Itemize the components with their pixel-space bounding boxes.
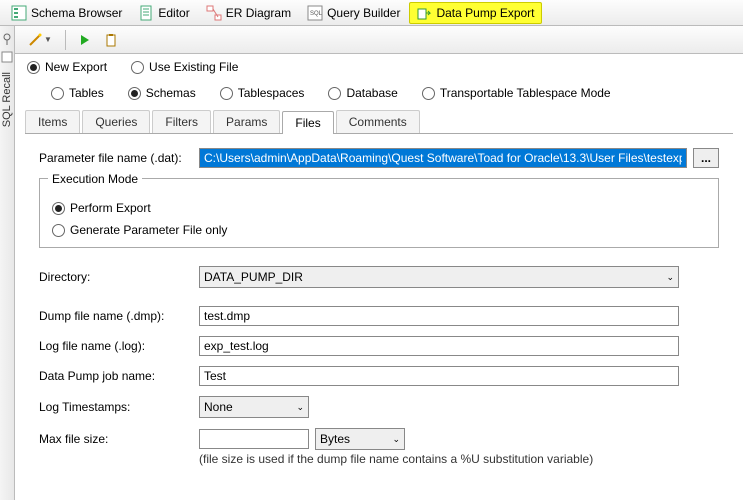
fieldset-legend: Execution Mode xyxy=(48,172,142,186)
run-button[interactable] xyxy=(74,29,96,51)
tree-icon xyxy=(11,5,27,21)
sql-recall-sidebar[interactable]: SQL Recall xyxy=(0,26,15,500)
chevron-down-icon: ⌄ xyxy=(666,272,674,283)
radio-label: Transportable Tablespace Mode xyxy=(440,86,611,100)
radio-label: Tablespaces xyxy=(238,86,305,100)
document-icon xyxy=(138,5,154,21)
radio-icon xyxy=(51,87,64,100)
schema-browser-button[interactable]: Schema Browser xyxy=(4,2,129,24)
radio-icon xyxy=(328,87,341,100)
log-file-label: Log file name (.log): xyxy=(39,339,199,353)
job-name-input[interactable] xyxy=(199,366,679,386)
radio-icon xyxy=(128,87,141,100)
toolbar-label: Schema Browser xyxy=(31,6,122,20)
select-value: DATA_PUMP_DIR xyxy=(204,270,303,284)
tab-filters[interactable]: Filters xyxy=(152,110,211,133)
timestamps-label: Log Timestamps: xyxy=(39,400,199,414)
radio-icon xyxy=(52,202,65,215)
sql-icon xyxy=(0,50,14,64)
action-bar: ▼ xyxy=(15,26,743,54)
tab-queries[interactable]: Queries xyxy=(82,110,150,133)
dump-file-label: Dump file name (.dmp): xyxy=(39,309,199,323)
chevron-down-icon: ⌄ xyxy=(392,434,400,445)
pin-icon xyxy=(0,32,14,46)
radio-label: Perform Export xyxy=(70,201,151,215)
radio-label: Generate Parameter File only xyxy=(70,223,227,237)
generate-param-radio[interactable]: Generate Parameter File only xyxy=(52,223,706,237)
export-mode-row: New Export Use Existing File xyxy=(15,54,743,80)
transportable-radio[interactable]: Transportable Tablespace Mode xyxy=(422,86,611,100)
tab-files[interactable]: Files xyxy=(282,111,333,134)
radio-icon xyxy=(131,61,144,74)
export-icon xyxy=(416,5,432,21)
editor-button[interactable]: Editor xyxy=(131,2,196,24)
max-size-helper: (file size is used if the dump file name… xyxy=(199,452,719,466)
radio-icon xyxy=(52,224,65,237)
radio-label: Use Existing File xyxy=(149,60,238,74)
data-pump-export-button[interactable]: Data Pump Export xyxy=(409,2,541,24)
tab-items[interactable]: Items xyxy=(25,110,80,133)
sidebar-label: SQL Recall xyxy=(1,72,13,127)
export-type-row: Tables Schemas Tablespaces Database Tran… xyxy=(15,80,743,106)
radio-icon xyxy=(27,61,40,74)
chevron-down-icon: ▼ xyxy=(44,35,52,44)
chevron-down-icon: ⌄ xyxy=(296,402,304,413)
toolbar-label: ER Diagram xyxy=(226,6,291,20)
svg-text:SQL: SQL xyxy=(310,11,323,17)
browse-button[interactable]: ... xyxy=(693,148,719,168)
param-file-label: Parameter file name (.dat): xyxy=(39,151,199,165)
clipboard-button[interactable] xyxy=(100,29,122,51)
radio-label: Database xyxy=(346,86,397,100)
radio-icon xyxy=(220,87,233,100)
database-radio[interactable]: Database xyxy=(328,86,397,100)
tables-radio[interactable]: Tables xyxy=(51,86,104,100)
use-existing-radio[interactable]: Use Existing File xyxy=(131,60,238,74)
new-export-radio[interactable]: New Export xyxy=(27,60,107,74)
param-file-input[interactable] xyxy=(199,148,687,168)
perform-export-radio[interactable]: Perform Export xyxy=(52,201,706,215)
files-panel: Parameter file name (.dat): ... Executio… xyxy=(15,134,743,480)
timestamps-select[interactable]: None ⌄ xyxy=(199,396,309,418)
size-units-select[interactable]: Bytes ⌄ xyxy=(315,428,405,450)
dump-file-input[interactable] xyxy=(199,306,679,326)
play-icon xyxy=(79,34,91,46)
wand-button[interactable]: ▼ xyxy=(23,29,57,51)
radio-label: New Export xyxy=(45,60,107,74)
radio-label: Schemas xyxy=(146,86,196,100)
tab-comments[interactable]: Comments xyxy=(336,110,420,133)
query-builder-button[interactable]: SQL Query Builder xyxy=(300,2,407,24)
radio-label: Tables xyxy=(69,86,104,100)
job-name-label: Data Pump job name: xyxy=(39,369,199,383)
directory-label: Directory: xyxy=(39,270,199,284)
toolbar-label: Data Pump Export xyxy=(436,6,534,20)
tablespaces-radio[interactable]: Tablespaces xyxy=(220,86,305,100)
er-diagram-button[interactable]: ER Diagram xyxy=(199,2,298,24)
top-toolbar: Schema Browser Editor ER Diagram SQL Que… xyxy=(0,0,743,26)
toolbar-label: Query Builder xyxy=(327,6,400,20)
max-size-input[interactable] xyxy=(199,429,309,449)
clipboard-icon xyxy=(104,33,118,47)
execution-mode-fieldset: Execution Mode Perform Export Generate P… xyxy=(39,178,719,248)
select-value: Bytes xyxy=(320,432,350,446)
tab-params[interactable]: Params xyxy=(213,110,280,133)
radio-icon xyxy=(422,87,435,100)
max-size-label: Max file size: xyxy=(39,432,199,446)
toolbar-label: Editor xyxy=(158,6,189,20)
select-value: None xyxy=(204,400,233,414)
schemas-radio[interactable]: Schemas xyxy=(128,86,196,100)
separator xyxy=(65,30,66,50)
tab-bar: Items Queries Filters Params Files Comme… xyxy=(25,110,733,134)
directory-select[interactable]: DATA_PUMP_DIR ⌄ xyxy=(199,266,679,288)
wand-icon xyxy=(28,33,42,47)
log-file-input[interactable] xyxy=(199,336,679,356)
diagram-icon xyxy=(206,5,222,21)
sql-icon: SQL xyxy=(307,5,323,21)
